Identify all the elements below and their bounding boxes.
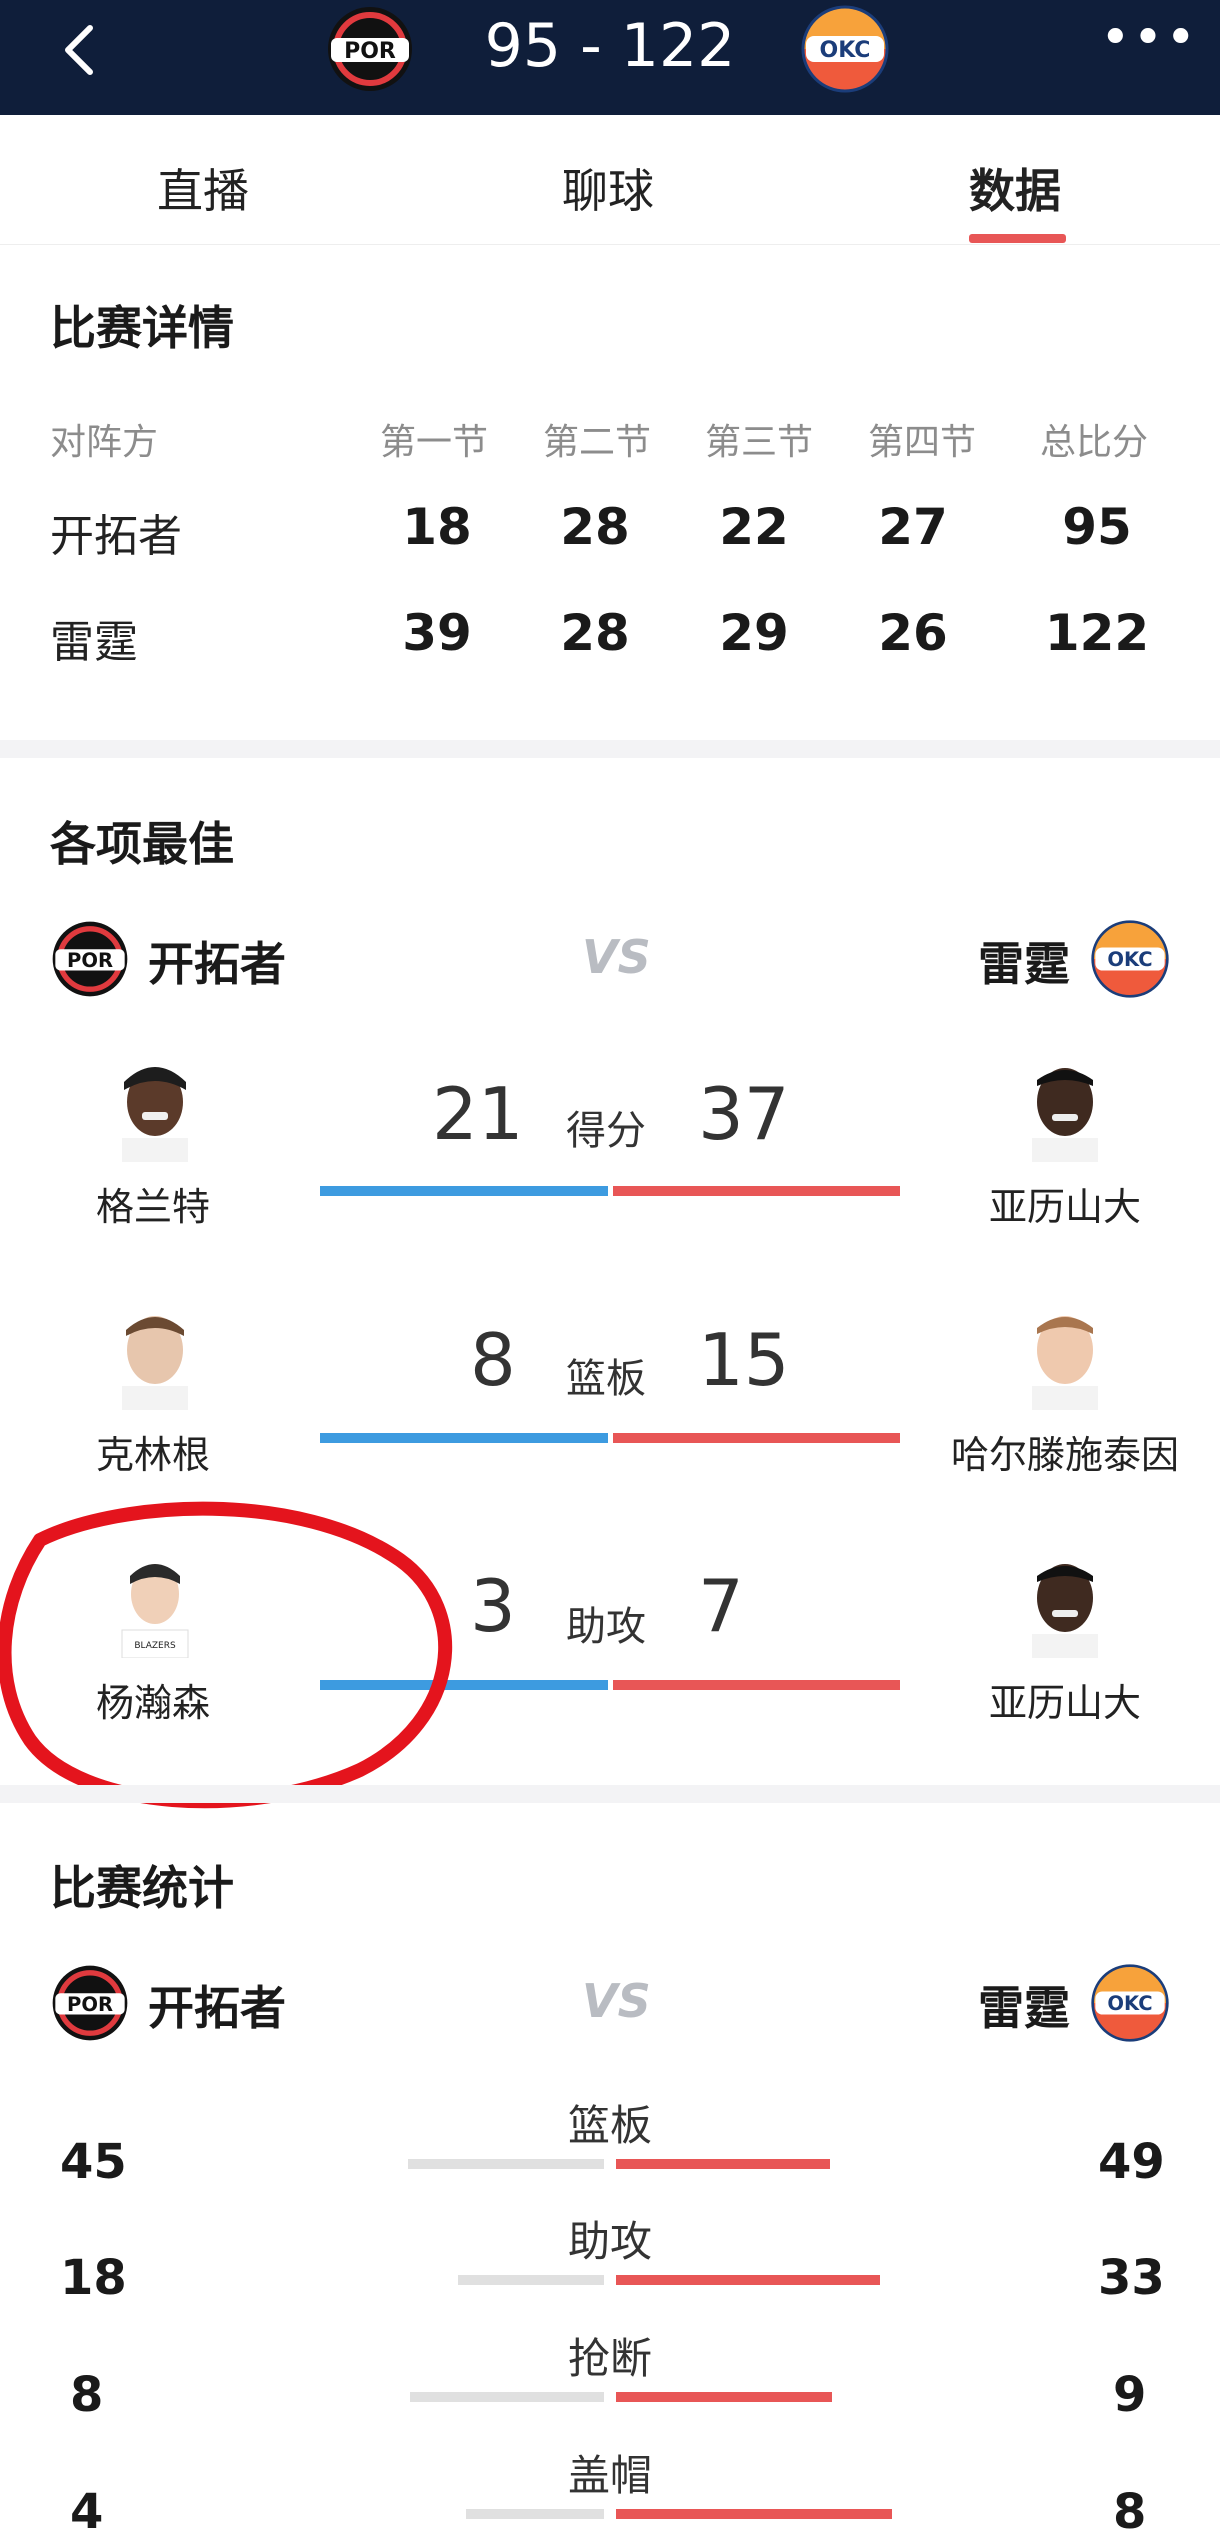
score-cell: 22	[719, 498, 789, 556]
score-cell: 28	[560, 604, 630, 662]
score-cell: 29	[719, 604, 789, 662]
best-stat-label: 助攻	[566, 1604, 646, 1650]
stat-home-value: 4	[70, 2484, 104, 2540]
stat-away-value: 8	[1113, 2484, 1147, 2540]
home-stat-bar	[458, 2275, 604, 2285]
back-icon[interactable]	[52, 20, 112, 80]
active-tab-indicator	[969, 234, 1066, 243]
best-player-name: 克林根	[95, 1433, 210, 1477]
okc-logo: OKC	[801, 5, 889, 93]
away-stat-bar	[616, 2509, 892, 2519]
stat-home-value: 18	[60, 2250, 127, 2306]
game-stats-title: 比赛统计	[50, 1861, 234, 1915]
best-stat-label: 得分	[566, 1108, 646, 1154]
svg-text:OKC: OKC	[820, 38, 871, 63]
header-team: 对阵方	[50, 422, 159, 463]
home-stat-bar	[320, 1433, 608, 1443]
header-q2: 第二节	[543, 422, 652, 463]
header-q4: 第四节	[868, 422, 977, 463]
score-cell: 26	[878, 604, 948, 662]
stats-away-team: 雷霆	[978, 1981, 1070, 2035]
svg-text:OKC: OKC	[1107, 948, 1152, 971]
match-detail-title: 比赛详情	[50, 301, 234, 355]
best-away-value: 15	[698, 1318, 790, 1402]
best-player-name: 亚历山大	[988, 1681, 1141, 1725]
player-avatar[interactable]	[1010, 1548, 1120, 1658]
best-home-team: 开拓者	[148, 937, 286, 991]
vs-label: VS	[582, 1974, 651, 2028]
stat-away-value: 9	[1113, 2367, 1147, 2423]
stats-home-team: 开拓者	[148, 1981, 286, 2035]
score-cell: 27	[878, 498, 948, 556]
away-stat-bar	[613, 1186, 900, 1196]
best-player-name: 哈尔滕施泰因	[950, 1433, 1179, 1477]
okc-logo: OKC	[1091, 920, 1169, 998]
score-cell: 39	[402, 604, 472, 662]
score-cell-total: 122	[1044, 604, 1150, 662]
best-away-value: 37	[698, 1072, 790, 1156]
home-stat-bar	[320, 1186, 608, 1196]
away-stat-bar	[616, 2275, 880, 2285]
header-q3: 第三节	[705, 422, 814, 463]
best-stat-label: 篮板	[566, 1356, 646, 1402]
stat-label: 盖帽	[567, 2451, 652, 2500]
best-player-name: 亚历山大	[988, 1185, 1141, 1229]
svg-text:OKC: OKC	[1107, 1992, 1152, 2015]
row-team-away: 雷霆	[50, 617, 138, 668]
more-options-icon[interactable]: •••	[1100, 12, 1196, 68]
away-stat-bar	[616, 2392, 832, 2402]
svg-text:POR: POR	[344, 39, 396, 64]
away-stat-bar	[613, 1433, 900, 1443]
player-avatar[interactable]	[100, 1052, 210, 1162]
tab-live[interactable]: 直播	[83, 155, 323, 221]
portland-logo: POR	[52, 921, 128, 997]
home-stat-bar	[466, 2509, 604, 2519]
top-bar: POR 95 - 122 OKC •••	[0, 0, 1220, 115]
stat-away-value: 49	[1098, 2134, 1165, 2190]
stat-label: 篮板	[567, 2101, 652, 2150]
red-circle-annotation	[0, 1501, 453, 1809]
header-q1: 第一节	[380, 422, 489, 463]
portland-logo: POR	[52, 1965, 128, 2041]
svg-text:POR: POR	[67, 1993, 113, 2016]
player-avatar[interactable]	[1010, 1300, 1120, 1410]
player-avatar[interactable]	[100, 1300, 210, 1410]
away-stat-bar	[616, 2159, 830, 2169]
away-stat-bar	[613, 1680, 900, 1690]
tab-data[interactable]: 数据	[895, 155, 1135, 221]
best-away-value: 7	[698, 1564, 744, 1648]
player-avatar[interactable]	[1010, 1052, 1120, 1162]
tab-chat[interactable]: 聊球	[488, 155, 728, 221]
score-cell: 28	[560, 498, 630, 556]
section-divider	[0, 1785, 1220, 1803]
svg-text:POR: POR	[67, 949, 113, 972]
best-title: 各项最佳	[50, 817, 234, 871]
stat-home-value: 45	[60, 2134, 127, 2190]
home-stat-bar	[410, 2392, 604, 2402]
section-divider	[0, 740, 1220, 758]
home-stat-bar	[408, 2159, 604, 2169]
stat-label: 抢断	[567, 2334, 652, 2383]
row-team-home: 开拓者	[50, 511, 182, 562]
best-player-name: 格兰特	[95, 1185, 210, 1229]
okc-logo: OKC	[1091, 1964, 1169, 2042]
stat-away-value: 33	[1098, 2250, 1165, 2306]
vs-label: VS	[582, 930, 651, 984]
stat-label: 助攻	[567, 2217, 652, 2266]
header-total: 总比分	[1040, 422, 1149, 463]
game-score: 95 - 122	[484, 11, 736, 81]
score-cell-total: 95	[1062, 498, 1132, 556]
tab-bar: 直播 聊球 数据	[0, 115, 1220, 245]
stat-home-value: 8	[70, 2367, 104, 2423]
score-cell: 18	[402, 498, 472, 556]
portland-logo: POR	[328, 7, 412, 91]
best-away-team: 雷霆	[978, 937, 1070, 991]
